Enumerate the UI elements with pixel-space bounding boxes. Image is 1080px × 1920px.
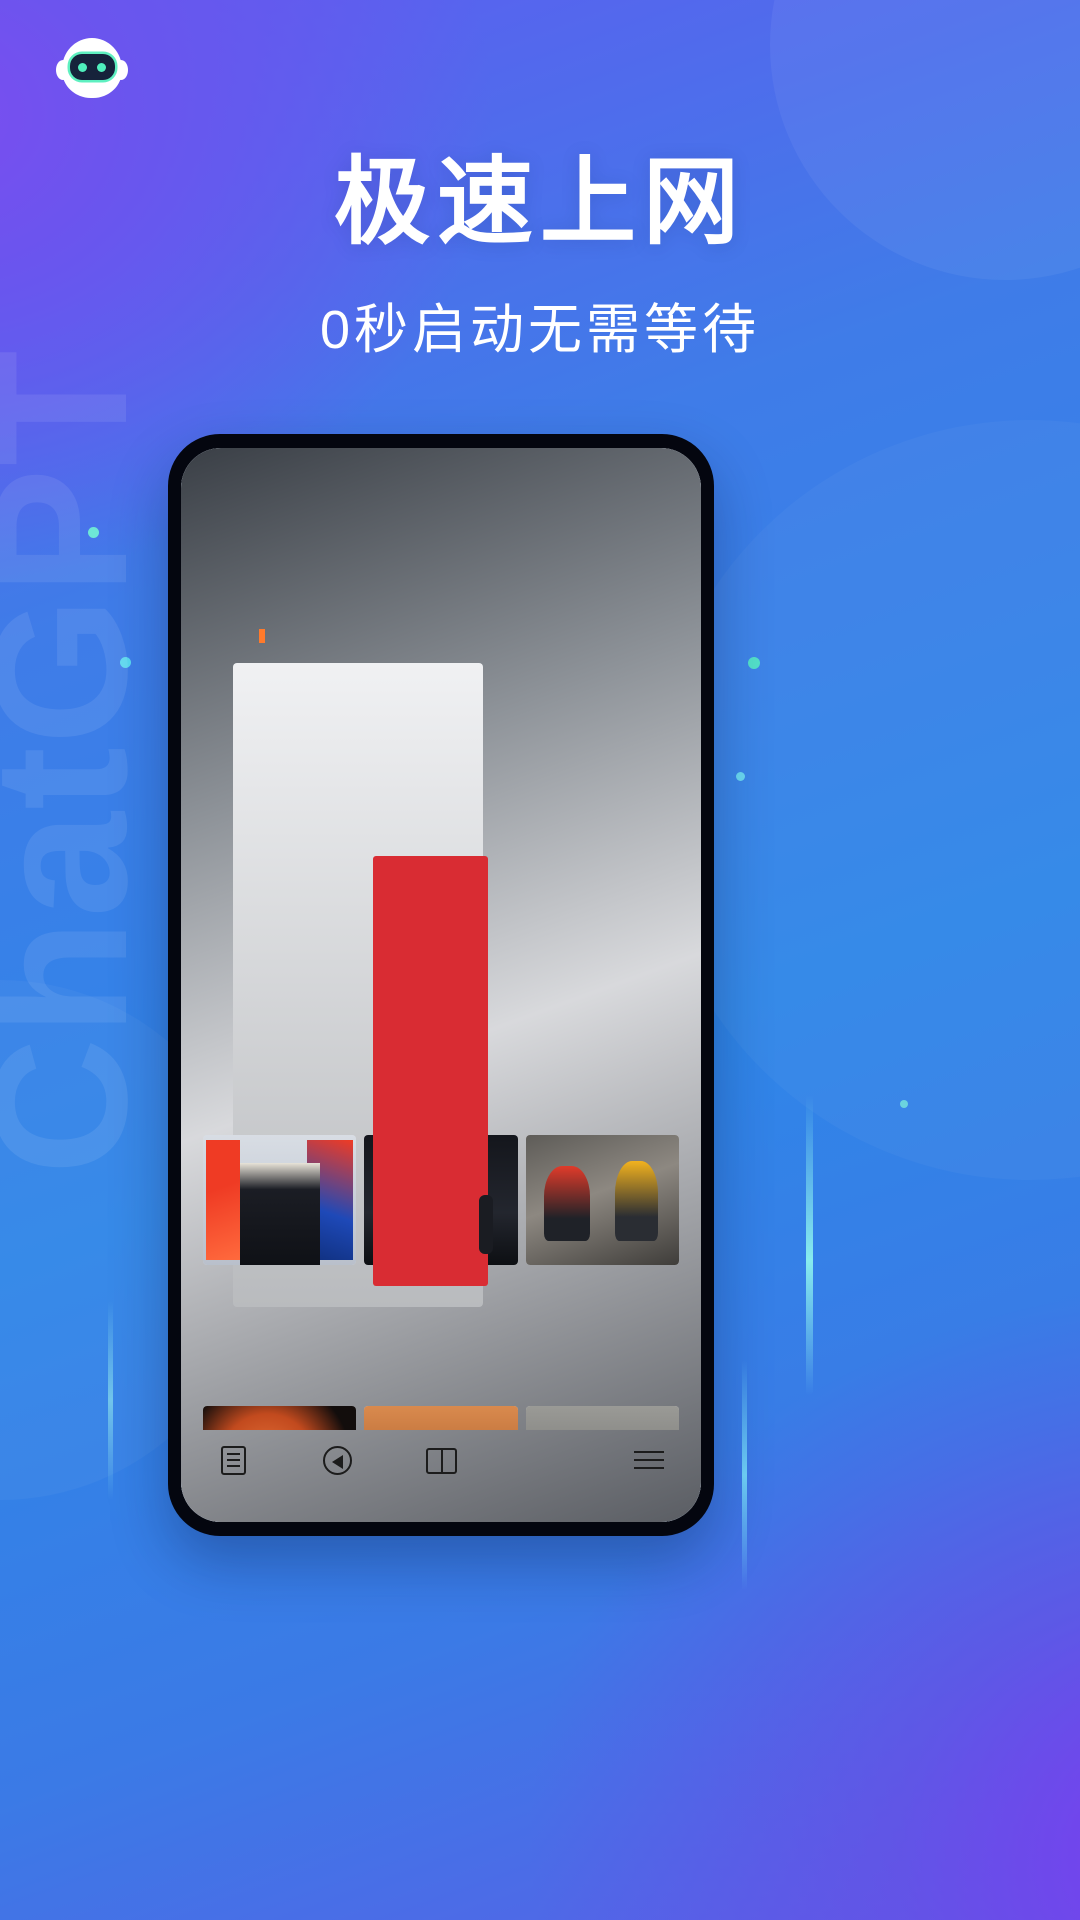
brand-watermark: ChatGPT (0, 348, 167, 1175)
robot-eye-left (78, 63, 87, 72)
decor-dot-4 (736, 772, 745, 781)
robot-visor (70, 54, 115, 80)
photo-suits (239, 1163, 320, 1265)
bookmark-shape (259, 628, 265, 643)
article-image[interactable] (203, 1134, 357, 1265)
photo-microphone (479, 1194, 494, 1255)
article-image[interactable] (525, 1405, 679, 1430)
photo-jersey (373, 856, 488, 1286)
robot-eye-right (97, 63, 106, 72)
article-image[interactable] (181, 448, 701, 1522)
article-item-1[interactable]: CBA酸了吗? 林书豪成摇钱树: 首秀票房收入破百万 周边销售超20万 Phon… (181, 448, 701, 1522)
article-image[interactable] (203, 1405, 357, 1430)
rescue-workers-photo (525, 1134, 679, 1265)
phone-screen: 6° 上海市 阴|空气良 小说 (181, 448, 701, 1522)
decor-light-bar-3 (108, 1300, 113, 1500)
decor-circle-2 (650, 420, 1080, 1180)
article-image[interactable] (525, 1134, 679, 1265)
decor-light-bar-2 (742, 1360, 747, 1590)
article-media: Phone 13 共5321名球迷入场。票房收入约103万元人民币人民币，人均总… (181, 448, 701, 1522)
phone-mockup: 6° 上海市 阴|空气良 小说 (168, 434, 714, 1536)
article-image[interactable] (364, 1405, 518, 1430)
promo-headline: 极速上网 (334, 149, 746, 256)
robot-head-icon (56, 36, 128, 102)
moon-surface-photo (525, 1405, 679, 1430)
article-media (203, 1405, 679, 1430)
mars-crater-photo (364, 1405, 518, 1430)
decor-dot-5 (900, 1100, 908, 1108)
mars-planet-photo (203, 1405, 357, 1430)
decor-dot-3 (748, 657, 760, 669)
promo-subheadline: 0秒启动无需等待 (319, 300, 761, 360)
decor-light-bar-1 (806, 1095, 813, 1395)
news-feed[interactable]: CBA酸了吗? 林书豪成摇钱树: 首秀票房收入破百万 周边销售超20万 Phon… (181, 448, 701, 1522)
